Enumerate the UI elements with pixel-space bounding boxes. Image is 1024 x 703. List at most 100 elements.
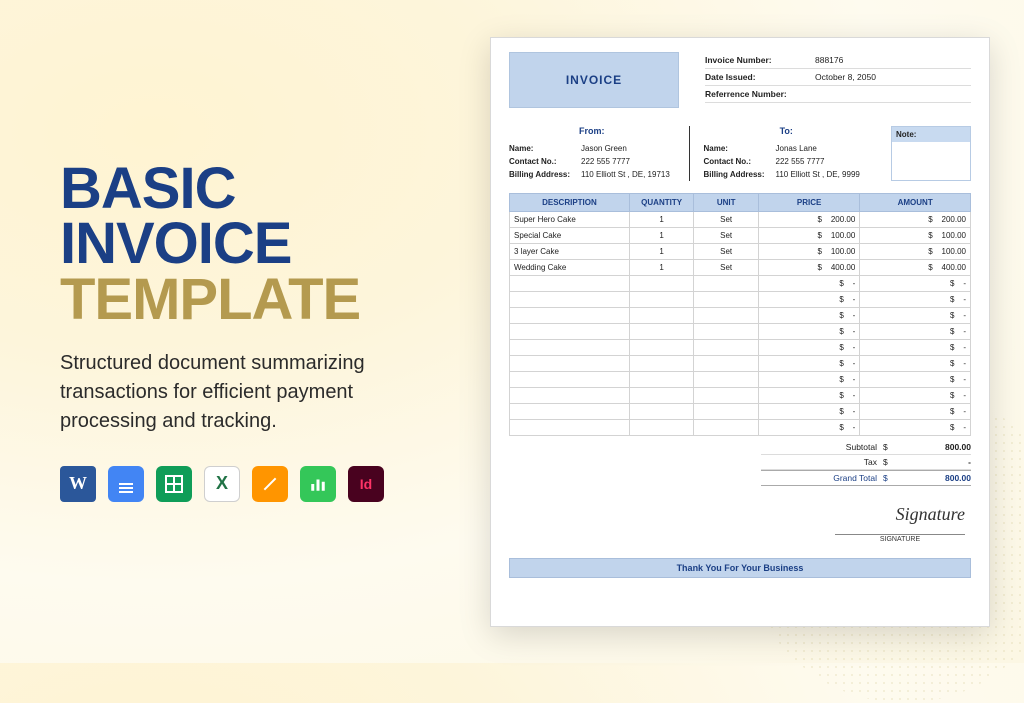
cell-price: $ - xyxy=(758,291,859,307)
invoice-badge: INVOICE xyxy=(509,52,679,108)
cell-price: $ 100.00 xyxy=(758,227,859,243)
numbers-icon[interactable] xyxy=(300,466,336,502)
cell-price: $ - xyxy=(758,371,859,387)
cell-amount: $ - xyxy=(860,307,971,323)
tax-value: - xyxy=(901,457,971,467)
table-row-empty: $ -$ - xyxy=(510,419,971,435)
cell-description xyxy=(510,291,630,307)
cell-quantity xyxy=(629,275,694,291)
cell-quantity xyxy=(629,323,694,339)
cell-description xyxy=(510,323,630,339)
cell-amount: $ 400.00 xyxy=(860,259,971,275)
google-sheets-icon[interactable] xyxy=(156,466,192,502)
cell-unit xyxy=(694,307,759,323)
table-row-empty: $ -$ - xyxy=(510,339,971,355)
col-unit: Unit xyxy=(694,193,759,211)
cell-unit xyxy=(694,371,759,387)
col-quantity: QUANTITY xyxy=(629,193,694,211)
table-row-empty: $ -$ - xyxy=(510,275,971,291)
cell-description xyxy=(510,307,630,323)
indesign-icon[interactable] xyxy=(348,466,384,502)
cell-quantity xyxy=(629,387,694,403)
date-issued-label: Date Issued: xyxy=(705,72,805,82)
cell-amount: $ - xyxy=(860,371,971,387)
hero-line-3: TEMPLATE xyxy=(60,272,440,327)
from-billing-label: Billing Address: xyxy=(509,170,581,179)
cell-amount: $ - xyxy=(860,387,971,403)
table-row-empty: $ -$ - xyxy=(510,323,971,339)
table-row: 3 layer Cake1Set$ 100.00$ 100.00 xyxy=(510,243,971,259)
cell-amount: $ 100.00 xyxy=(860,243,971,259)
reference-value xyxy=(815,89,971,99)
from-heading: From: xyxy=(509,126,675,136)
grand-total-label: Grand Total xyxy=(797,473,877,483)
excel-icon[interactable] xyxy=(204,466,240,502)
cell-amount: $ 100.00 xyxy=(860,227,971,243)
cell-description xyxy=(510,371,630,387)
to-name: Jonas Lane xyxy=(776,144,817,153)
cell-description xyxy=(510,275,630,291)
cell-amount: $ - xyxy=(860,355,971,371)
cell-quantity xyxy=(629,339,694,355)
table-row-empty: $ -$ - xyxy=(510,387,971,403)
cell-amount: $ - xyxy=(860,419,971,435)
table-row-empty: $ -$ - xyxy=(510,371,971,387)
cell-price: $ 400.00 xyxy=(758,259,859,275)
cell-unit xyxy=(694,291,759,307)
cell-quantity: 1 xyxy=(629,227,694,243)
tax-label: Tax xyxy=(797,457,877,467)
cell-amount: $ - xyxy=(860,291,971,307)
cell-unit xyxy=(694,387,759,403)
signature-label: SIGNATURE xyxy=(835,534,965,543)
cell-description xyxy=(510,387,630,403)
cell-price: $ 100.00 xyxy=(758,243,859,259)
pages-icon[interactable] xyxy=(252,466,288,502)
totals-block: Subtotal $ 800.00 Tax $ - Grand Total $ … xyxy=(761,440,971,486)
invoice-meta: Invoice Number: 888176 Date Issued: Octo… xyxy=(705,52,971,103)
cell-price: $ - xyxy=(758,403,859,419)
cell-unit: Set xyxy=(694,227,759,243)
line-items-table: DESCRIPTION QUANTITY Unit PRICE AMOUNT S… xyxy=(509,193,971,436)
promo-panel: BASIC INVOICE TEMPLATE Structured docume… xyxy=(60,161,440,501)
cell-unit: Set xyxy=(694,259,759,275)
table-row-empty: $ -$ - xyxy=(510,403,971,419)
bar-chart-icon xyxy=(309,475,327,493)
table-row: Super Hero Cake1Set$ 200.00$ 200.00 xyxy=(510,211,971,227)
subtotal-label: Subtotal xyxy=(797,442,877,452)
from-party: From: Name:Jason Green Contact No.:222 5… xyxy=(509,126,690,181)
cell-amount: $ - xyxy=(860,275,971,291)
cell-quantity xyxy=(629,291,694,307)
cell-quantity: 1 xyxy=(629,243,694,259)
from-billing: 110 Elliott St , DE, 19713 xyxy=(581,170,670,179)
thank-you-bar: Thank You For Your Business xyxy=(509,558,971,578)
cell-description: Special Cake xyxy=(510,227,630,243)
cell-quantity: 1 xyxy=(629,259,694,275)
table-row-empty: $ -$ - xyxy=(510,307,971,323)
note-box: Note: xyxy=(891,126,971,181)
cell-price: $ - xyxy=(758,355,859,371)
currency-symbol: $ xyxy=(883,457,895,467)
hero-line-1: BASIC xyxy=(60,161,440,216)
cell-description xyxy=(510,339,630,355)
cell-amount: $ - xyxy=(860,403,971,419)
to-name-label: Name: xyxy=(704,144,776,153)
cell-price: $ 200.00 xyxy=(758,211,859,227)
cell-unit xyxy=(694,403,759,419)
cell-amount: $ - xyxy=(860,323,971,339)
cell-unit: Set xyxy=(694,243,759,259)
from-name-label: Name: xyxy=(509,144,581,153)
cell-amount: $ 200.00 xyxy=(860,211,971,227)
cell-description: Wedding Cake xyxy=(510,259,630,275)
invoice-number-label: Invoice Number: xyxy=(705,55,805,65)
google-docs-icon[interactable] xyxy=(108,466,144,502)
invoice-number-value: 888176 xyxy=(815,55,971,65)
to-billing-label: Billing Address: xyxy=(704,170,776,179)
col-description: DESCRIPTION xyxy=(510,193,630,211)
table-row: Special Cake1Set$ 100.00$ 100.00 xyxy=(510,227,971,243)
cell-description: 3 layer Cake xyxy=(510,243,630,259)
cell-quantity xyxy=(629,355,694,371)
word-icon[interactable] xyxy=(60,466,96,502)
currency-symbol: $ xyxy=(883,442,895,452)
cell-unit xyxy=(694,275,759,291)
from-contact: 222 555 7777 xyxy=(581,157,630,166)
